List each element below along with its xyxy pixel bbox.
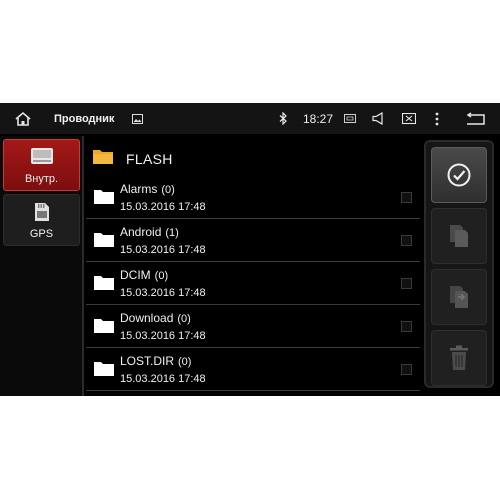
storage-sidebar: Внутр. GPS	[0, 136, 84, 396]
delete-button[interactable]	[431, 330, 487, 386]
item-date: 15.03.2016 17:48	[120, 330, 206, 342]
list-item[interactable]: LOST.DIR (0) 15.03.2016 17:48	[86, 349, 420, 391]
select-all-icon	[447, 163, 471, 187]
app-title: Проводник	[54, 112, 115, 125]
folder-icon	[93, 150, 113, 164]
item-name: Android (1)	[120, 225, 179, 239]
back-icon	[466, 111, 485, 125]
folder-icon	[94, 276, 114, 290]
list-item[interactable]: Android (1) 15.03.2016 17:48	[86, 220, 420, 262]
paste-button[interactable]	[431, 269, 487, 325]
item-checkbox[interactable]	[401, 192, 412, 203]
action-panel	[424, 140, 494, 388]
home-button[interactable]	[8, 103, 38, 134]
item-name: LOST.DIR (0)	[120, 354, 192, 368]
device-screen: Проводник 18:27 Внутр. GPS FLASH Alarms …	[0, 103, 500, 396]
select-all-button[interactable]	[431, 147, 487, 203]
tab-gps[interactable]: GPS	[3, 194, 80, 246]
item-checkbox[interactable]	[401, 235, 412, 246]
list-item[interactable]: DCIM (0) 15.03.2016 17:48	[86, 263, 420, 305]
volume-icon[interactable]	[370, 103, 388, 134]
sd-card-icon	[34, 203, 49, 221]
list-item[interactable]: Alarms (0) 15.03.2016 17:48	[86, 177, 420, 219]
image-icon	[131, 103, 143, 134]
item-checkbox[interactable]	[401, 364, 412, 375]
item-name: Alarms (0)	[120, 182, 175, 196]
tab-label: GPS	[29, 228, 54, 240]
item-checkbox[interactable]	[401, 321, 412, 332]
item-date: 15.03.2016 17:48	[120, 201, 206, 213]
path-label: FLASH	[126, 151, 173, 167]
file-list: FLASH Alarms (0) 15.03.2016 17:48 Android…	[86, 136, 422, 396]
menu-icon[interactable]	[430, 103, 444, 134]
list-item[interactable]: Download (0) 15.03.2016 17:48	[86, 306, 420, 348]
item-date: 15.03.2016 17:48	[120, 287, 206, 299]
item-date: 15.03.2016 17:48	[120, 373, 206, 385]
bluetooth-icon	[276, 103, 290, 134]
screen-box-icon[interactable]	[343, 103, 357, 134]
folder-icon	[94, 233, 114, 247]
current-path[interactable]: FLASH	[86, 136, 422, 176]
internal-storage-icon	[30, 148, 53, 164]
item-name: DCIM (0)	[120, 268, 169, 282]
screen-off-icon[interactable]	[400, 103, 418, 134]
back-button[interactable]	[462, 103, 488, 134]
clock: 18:27	[303, 111, 334, 126]
tab-label: Внутр.	[24, 173, 59, 185]
item-checkbox[interactable]	[401, 278, 412, 289]
copy-icon	[450, 225, 468, 247]
tab-internal-storage[interactable]: Внутр.	[3, 139, 80, 191]
copy-button[interactable]	[431, 208, 487, 264]
folder-icon	[94, 190, 114, 204]
trash-icon	[450, 345, 468, 370]
paste-icon	[450, 286, 468, 308]
item-name: Download (0)	[120, 311, 191, 325]
folder-icon	[94, 319, 114, 333]
item-date: 15.03.2016 17:48	[120, 244, 206, 256]
folder-icon	[94, 362, 114, 376]
home-icon	[15, 111, 31, 126]
status-bar: Проводник 18:27	[0, 103, 500, 134]
